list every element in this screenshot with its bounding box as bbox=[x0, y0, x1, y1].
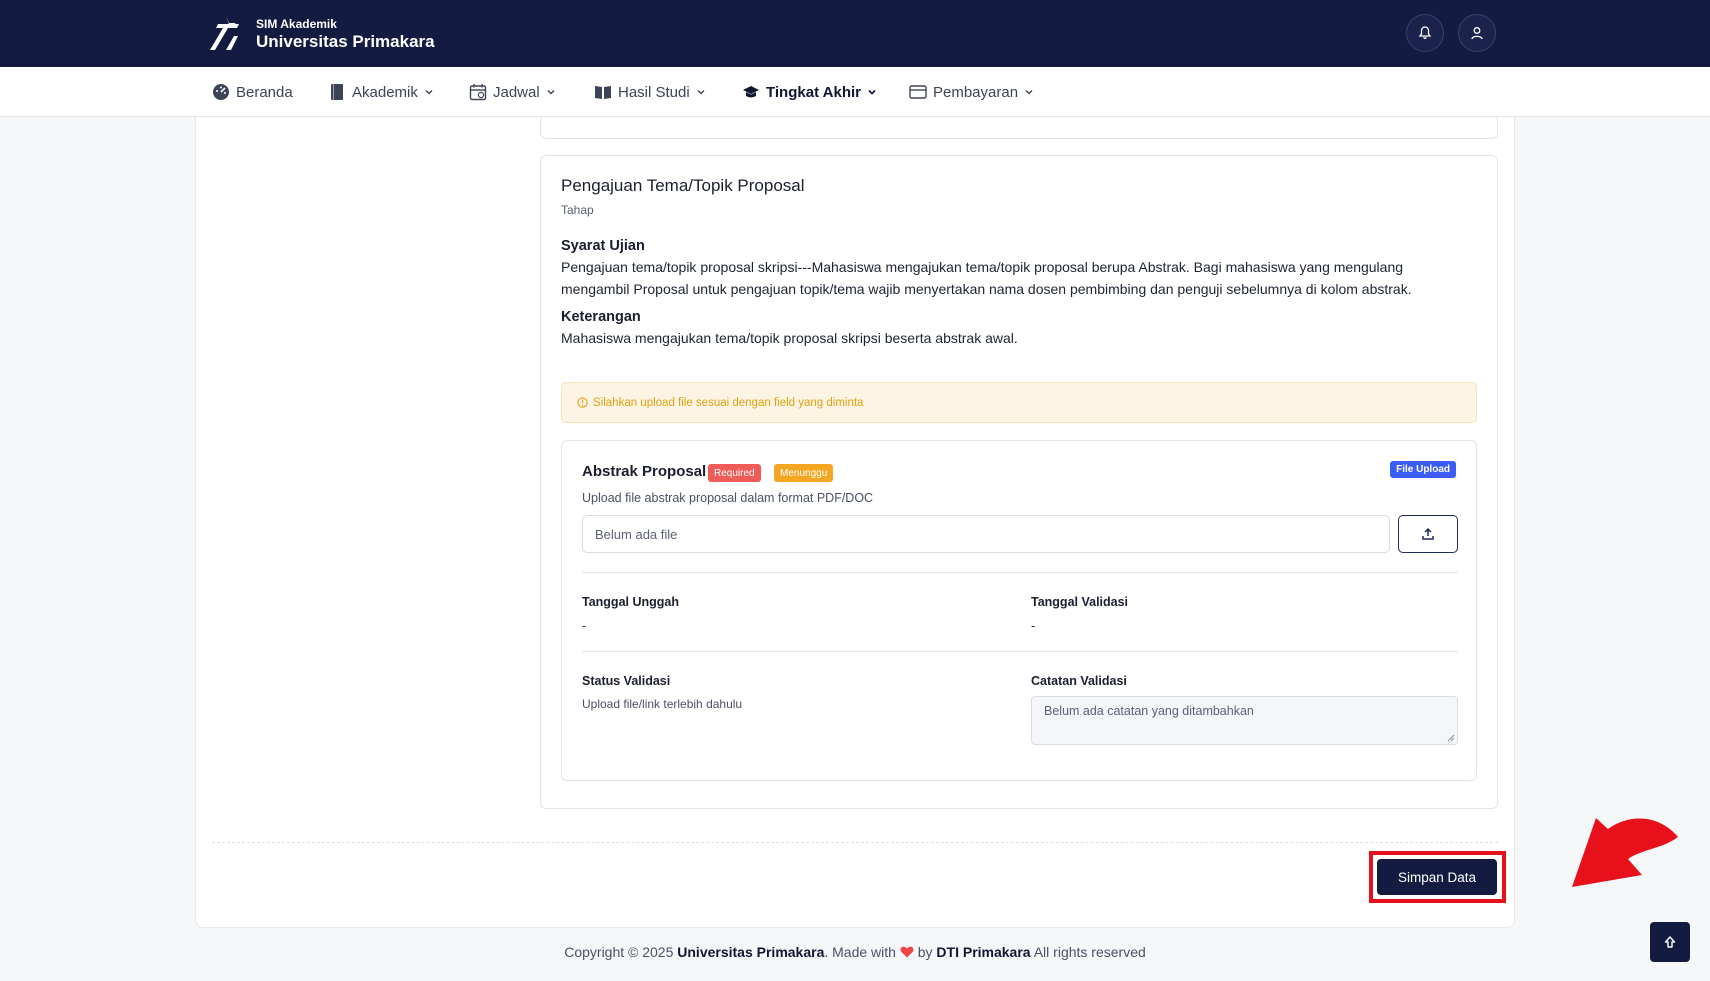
file-input[interactable]: Belum ada file bbox=[582, 515, 1390, 553]
made-with-text: . Made with bbox=[824, 944, 896, 960]
top-header: SIM Akademik Universitas Primakara bbox=[0, 0, 1710, 67]
field-card-abstrak: Abstrak Proposal Required Menunggu File … bbox=[561, 440, 1477, 781]
alert-text: Silahkan upload file sesuai dengan field… bbox=[593, 396, 864, 409]
field-title: Abstrak Proposal bbox=[582, 463, 707, 480]
rights-text: All rights reserved bbox=[1033, 944, 1146, 960]
nav-label: Pembayaran bbox=[933, 83, 1019, 101]
footer: Copyright © 2025 Universitas Primakara. … bbox=[0, 944, 1710, 960]
upload-date-label: Tanggal Unggah bbox=[582, 595, 679, 609]
graduation-cap-icon bbox=[742, 83, 760, 101]
main-navigation: Beranda Akademik Jadwal Hasil Studi Ting… bbox=[0, 67, 1710, 117]
chevron-down-icon bbox=[1024, 87, 1034, 97]
field-type-badge: File Upload bbox=[1390, 461, 1456, 478]
user-icon bbox=[1471, 27, 1483, 40]
card-icon bbox=[909, 83, 927, 101]
info-icon bbox=[577, 397, 588, 408]
validation-status-label: Status Validasi bbox=[582, 674, 671, 688]
open-book-icon bbox=[594, 83, 612, 101]
validation-status-value: Upload file/link terlebih dahulu bbox=[582, 697, 743, 711]
bell-icon bbox=[1418, 26, 1432, 39]
upload-button[interactable] bbox=[1398, 515, 1458, 553]
validation-notes-textarea[interactable]: Belum ada catatan yang ditambahkan bbox=[1031, 696, 1458, 745]
validation-notes-placeholder: Belum ada catatan yang ditambahkan bbox=[1044, 704, 1254, 718]
requirements-heading: Syarat Ujian bbox=[561, 238, 645, 254]
nav-label: Akademik bbox=[352, 83, 418, 101]
validation-date-value: - bbox=[1031, 618, 1036, 633]
footer-org[interactable]: Universitas Primakara bbox=[677, 944, 824, 960]
heart-icon bbox=[900, 946, 914, 958]
app-title: Universitas Primakara bbox=[256, 31, 435, 51]
profile-button[interactable] bbox=[1458, 14, 1496, 52]
divider bbox=[582, 651, 1458, 652]
nav-label: Hasil Studi bbox=[618, 83, 690, 101]
upload-date-value: - bbox=[582, 618, 587, 633]
status-badge: Menunggu bbox=[774, 464, 834, 482]
validation-notes-label: Catatan Validasi bbox=[1031, 674, 1127, 688]
step-title: Pengajuan Tema/Topik Proposal bbox=[561, 176, 805, 195]
nav-hasil-studi[interactable]: Hasil Studi bbox=[594, 67, 706, 117]
red-arrow-annotation bbox=[1572, 818, 1678, 887]
app-subtitle: SIM Akademik bbox=[256, 16, 337, 31]
resize-grip-icon[interactable] bbox=[1447, 734, 1455, 742]
chevron-down-icon bbox=[696, 87, 706, 97]
file-input-placeholder: Belum ada file bbox=[595, 526, 678, 542]
calendar-icon bbox=[469, 83, 487, 101]
book-icon bbox=[328, 83, 346, 101]
brand[interactable]: SIM Akademik Universitas Primakara bbox=[206, 14, 435, 54]
step-card: Pengajuan Tema/Topik Proposal Tahap Syar… bbox=[540, 155, 1498, 809]
nav-jadwal[interactable]: Jadwal bbox=[469, 67, 556, 117]
scroll-to-top-button[interactable] bbox=[1650, 922, 1690, 962]
nav-tingkat-akhir[interactable]: Tingkat Akhir bbox=[742, 67, 877, 117]
validation-date-label: Tanggal Validasi bbox=[1031, 595, 1129, 609]
nav-label: Tingkat Akhir bbox=[766, 83, 862, 101]
chevron-down-icon bbox=[546, 87, 556, 97]
highlight-box bbox=[1369, 851, 1506, 903]
upload-icon bbox=[1422, 527, 1434, 540]
actions-divider bbox=[212, 842, 1498, 843]
university-logo-icon bbox=[210, 16, 239, 50]
step-subtitle: Tahap bbox=[561, 203, 594, 217]
nav-label: Jadwal bbox=[493, 83, 540, 101]
copyright-text: Copyright © 2025 bbox=[564, 944, 674, 960]
upload-alert: Silahkan upload file sesuai dengan field… bbox=[561, 382, 1477, 423]
notes-text: Mahasiswa mengajukan tema/topik proposal… bbox=[561, 330, 1018, 346]
nav-pembayaran[interactable]: Pembayaran bbox=[909, 67, 1034, 117]
previous-step-card bbox=[540, 117, 1498, 139]
dashboard-icon bbox=[212, 83, 230, 101]
by-text: by bbox=[917, 944, 933, 960]
nav-label: Beranda bbox=[236, 83, 293, 101]
notification-button[interactable] bbox=[1406, 14, 1444, 52]
chevron-down-icon bbox=[424, 87, 434, 97]
arrow-up-icon bbox=[1664, 936, 1676, 948]
chevron-down-icon bbox=[867, 87, 877, 97]
nav-akademik[interactable]: Akademik bbox=[328, 67, 434, 117]
field-description: Upload file abstrak proposal dalam forma… bbox=[582, 491, 874, 505]
footer-dti[interactable]: DTI Primakara bbox=[936, 944, 1030, 960]
requirements-text: Pengajuan tema/topik proposal skripsi---… bbox=[561, 259, 1412, 297]
nav-beranda[interactable]: Beranda bbox=[212, 67, 293, 117]
notes-heading: Keterangan bbox=[561, 309, 641, 325]
divider bbox=[582, 572, 1458, 573]
required-badge: Required bbox=[708, 464, 761, 482]
